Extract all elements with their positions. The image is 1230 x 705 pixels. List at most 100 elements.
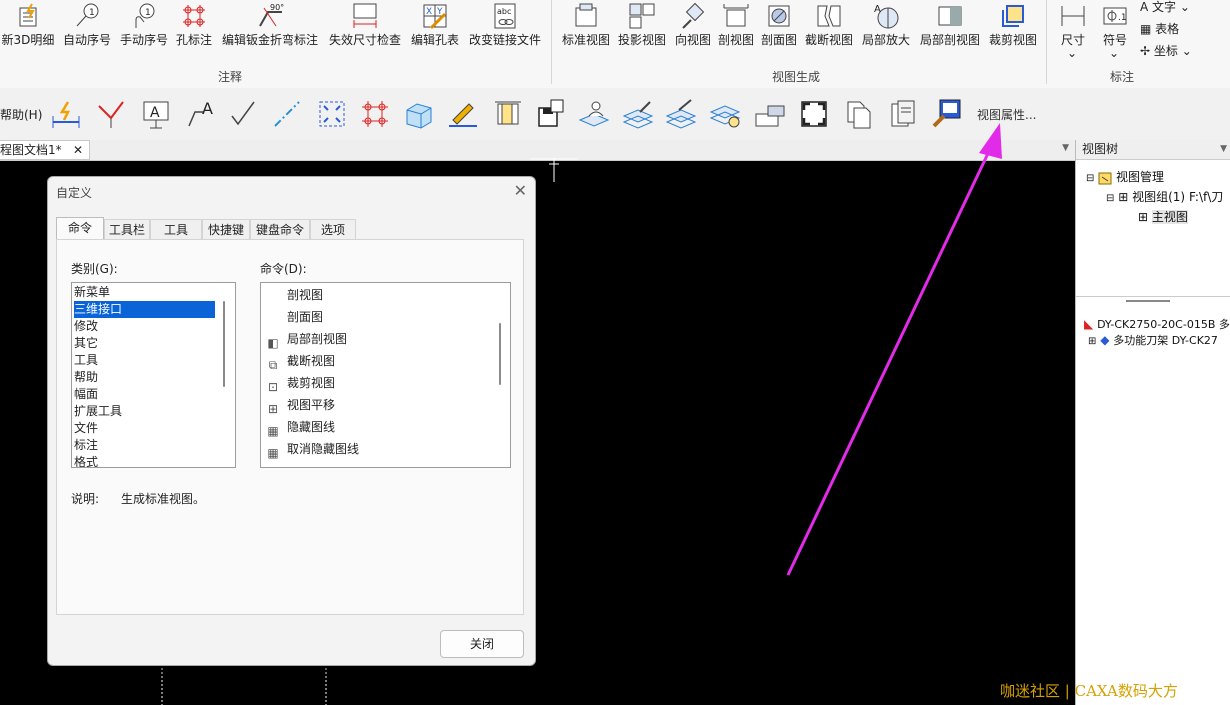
category-item[interactable]: 工具 xyxy=(74,352,215,369)
svg-text:1: 1 xyxy=(145,8,151,18)
ribbon-button-bom[interactable]: 新3D明细 xyxy=(0,0,56,66)
tree-node-main-view[interactable]: ⊞ 主视图 xyxy=(1138,208,1188,225)
tab-list-dropdown-icon[interactable]: ▼ xyxy=(1062,143,1069,153)
ribbon-button-partial-section[interactable]: 局部剖视图 xyxy=(916,0,984,66)
category-item[interactable]: 新菜单 xyxy=(74,284,215,301)
ribbon-button-manual-balloon[interactable]: 1 手动序号 xyxy=(117,0,171,66)
tab-command[interactable]: 命令 xyxy=(56,217,104,239)
command-label: 命令(D): xyxy=(260,262,307,276)
category-item[interactable]: 幅面 xyxy=(74,386,215,403)
command-item[interactable]: ▦ 隐藏图线 xyxy=(265,416,335,438)
svg-text:.1: .1 xyxy=(1118,13,1127,23)
command-list[interactable]: 剖视图 剖面图 ◧ 局部剖视图 ⧉ 截断视图 ⊡ 裁剪视图 ⊞ 视图平移 ▦ 隐藏图线 ▦ 取消隐藏图线 xyxy=(260,282,511,468)
ribbon-button-break-view[interactable]: 截断视图 xyxy=(802,0,856,66)
category-item[interactable]: 文件 xyxy=(74,420,215,437)
collapse-icon[interactable]: ⊟ xyxy=(1106,193,1114,204)
close-button[interactable]: 关闭 xyxy=(440,630,524,658)
command-item[interactable]: ▦ 取消隐藏图线 xyxy=(265,438,359,460)
layer-pencil-icon[interactable] xyxy=(622,98,654,130)
command-item[interactable]: ◧ 局部剖视图 xyxy=(265,328,347,350)
panel-menu-icon[interactable]: ▼ xyxy=(1220,140,1227,159)
ribbon-button-standard-view[interactable]: 标准视图 xyxy=(560,0,612,66)
dimension-check-icon xyxy=(353,3,377,28)
folder-icon xyxy=(1098,172,1112,184)
tab-toolbar[interactable]: 工具栏 xyxy=(104,219,150,239)
ribbon-button-crop-view[interactable]: 裁剪视图 xyxy=(986,0,1040,66)
canvas-cursor-crosshair xyxy=(530,158,578,182)
description-text: 生成标准视图。 xyxy=(121,492,206,506)
dropdown-arrow[interactable]: ⌄ xyxy=(1109,46,1119,60)
command-item[interactable]: ⧉ 截断视图 xyxy=(265,350,335,372)
group-label-mark: 标注 xyxy=(1110,70,1135,84)
expand-icon[interactable]: ⊞ xyxy=(1088,336,1096,347)
tab-keyboard-command[interactable]: 键盘命令 xyxy=(250,219,310,239)
ribbon-button-hole-table[interactable]: XY 编辑孔表 xyxy=(408,0,462,66)
svg-text:A: A xyxy=(874,4,881,15)
ribbon-small-coordinate[interactable]: ✢ 坐标 ⌄ xyxy=(1140,42,1192,59)
svg-text:X: X xyxy=(426,7,432,17)
category-label: 类别(G): xyxy=(71,262,118,276)
command-item[interactable]: ⊡ 裁剪视图 xyxy=(265,372,335,394)
roughness-icon[interactable] xyxy=(228,98,260,130)
layer-bulb-icon[interactable] xyxy=(709,98,741,130)
ribbon-button-dimension-check[interactable]: 失效尺寸检查 xyxy=(326,0,404,66)
help-menu[interactable]: 帮助(H) xyxy=(0,106,42,123)
ribbon-button-change-link[interactable]: abc 改变链接文件 xyxy=(466,0,544,66)
command-item[interactable]: 剖面图 xyxy=(265,306,323,328)
ribbon-small-text[interactable]: A 文字 ⌄ xyxy=(1140,0,1190,15)
tree-node-assembly[interactable]: ◣ DY-CK2750-20C-015B 多功 xyxy=(1084,316,1230,332)
coordinate-icon: ✢ xyxy=(1140,44,1154,58)
crop-view-icon xyxy=(1002,5,1024,27)
document-tab-label: 程图文档1* xyxy=(0,143,62,157)
save-view-icon[interactable] xyxy=(535,98,567,130)
layer-edit-icon[interactable] xyxy=(665,98,697,130)
category-scrollbar[interactable] xyxy=(223,301,225,387)
collapse-icon[interactable]: ⊟ xyxy=(1086,173,1094,184)
document-tab[interactable]: 程图文档1* ✕ xyxy=(0,140,90,160)
close-tab-icon[interactable]: ✕ xyxy=(73,141,83,159)
command-item[interactable]: ⊞ 视图平移 xyxy=(265,394,335,416)
category-list[interactable]: 新菜单 三维接口 修改 其它 工具 帮助 幅面 扩展工具 文件 标注 格式 xyxy=(71,282,236,468)
tab-tools[interactable]: 工具 xyxy=(150,219,202,239)
secondary-toolbar: 帮助(H) A A 视图属性... xyxy=(0,88,1230,141)
command-scrollbar[interactable] xyxy=(499,323,501,385)
view-tree-title: 视图树 xyxy=(1082,142,1119,156)
tab-shortcut[interactable]: 快捷键 xyxy=(202,219,250,239)
tree-node-view-manager[interactable]: ⊟ 视图管理 xyxy=(1086,168,1164,185)
layer-user-icon[interactable] xyxy=(578,98,610,130)
splitter-handle[interactable] xyxy=(1126,300,1170,302)
close-icon[interactable]: ✕ xyxy=(514,181,527,200)
detail-view-icon: A xyxy=(874,4,899,29)
leader-text-icon[interactable]: A xyxy=(185,98,217,130)
ruler-icon[interactable] xyxy=(492,98,524,130)
category-item[interactable]: 格式 xyxy=(74,454,215,467)
ribbon-button-auto-balloon[interactable]: 1 自动序号 xyxy=(60,0,114,66)
3d-box-icon[interactable] xyxy=(403,98,435,130)
ribbon-button-detail-view[interactable]: A 局部放大 xyxy=(860,0,912,66)
tree-node-part[interactable]: ⊞ ◆ 多功能刀架 DY-CK27 xyxy=(1088,332,1218,348)
tab-options[interactable]: 选项 xyxy=(310,219,356,239)
tree-node-view-group[interactable]: ⊟ ⊞ 视图组(1) F:\f\刀 xyxy=(1106,188,1223,205)
text-tool-icon[interactable]: A xyxy=(140,98,172,130)
dimension-tool-icon[interactable] xyxy=(50,98,82,130)
category-item[interactable]: 修改 xyxy=(74,318,215,335)
category-item[interactable]: 帮助 xyxy=(74,369,215,386)
category-item[interactable]: 其它 xyxy=(74,335,215,352)
category-item[interactable]: 三维接口 xyxy=(74,301,215,318)
view-frame-lines xyxy=(161,660,327,705)
leader-tool-icon[interactable] xyxy=(95,98,127,130)
symbol-icon: .1 xyxy=(1103,7,1127,25)
center-mark-icon[interactable] xyxy=(316,98,348,130)
ribbon-small-table[interactable]: ▦ 表格 xyxy=(1140,20,1179,37)
edit-pencil-icon[interactable] xyxy=(447,98,479,130)
tree-node-path: F:\f\刀 xyxy=(1188,190,1224,204)
dropdown-arrow[interactable]: ⌄ xyxy=(1067,46,1077,60)
category-item[interactable]: 扩展工具 xyxy=(74,403,215,420)
ribbon-button-bend-note[interactable]: 90° 编辑钣金折弯标注 xyxy=(218,0,322,66)
ribbon-button-projection-view[interactable]: 投影视图 xyxy=(616,0,668,66)
hole-pattern-icon[interactable] xyxy=(359,98,391,130)
category-item[interactable]: 标注 xyxy=(74,437,215,454)
centerline-icon[interactable] xyxy=(271,98,303,130)
group-label-view-generation: 视图生成 xyxy=(772,70,821,84)
command-item[interactable]: 剖视图 xyxy=(265,284,323,306)
